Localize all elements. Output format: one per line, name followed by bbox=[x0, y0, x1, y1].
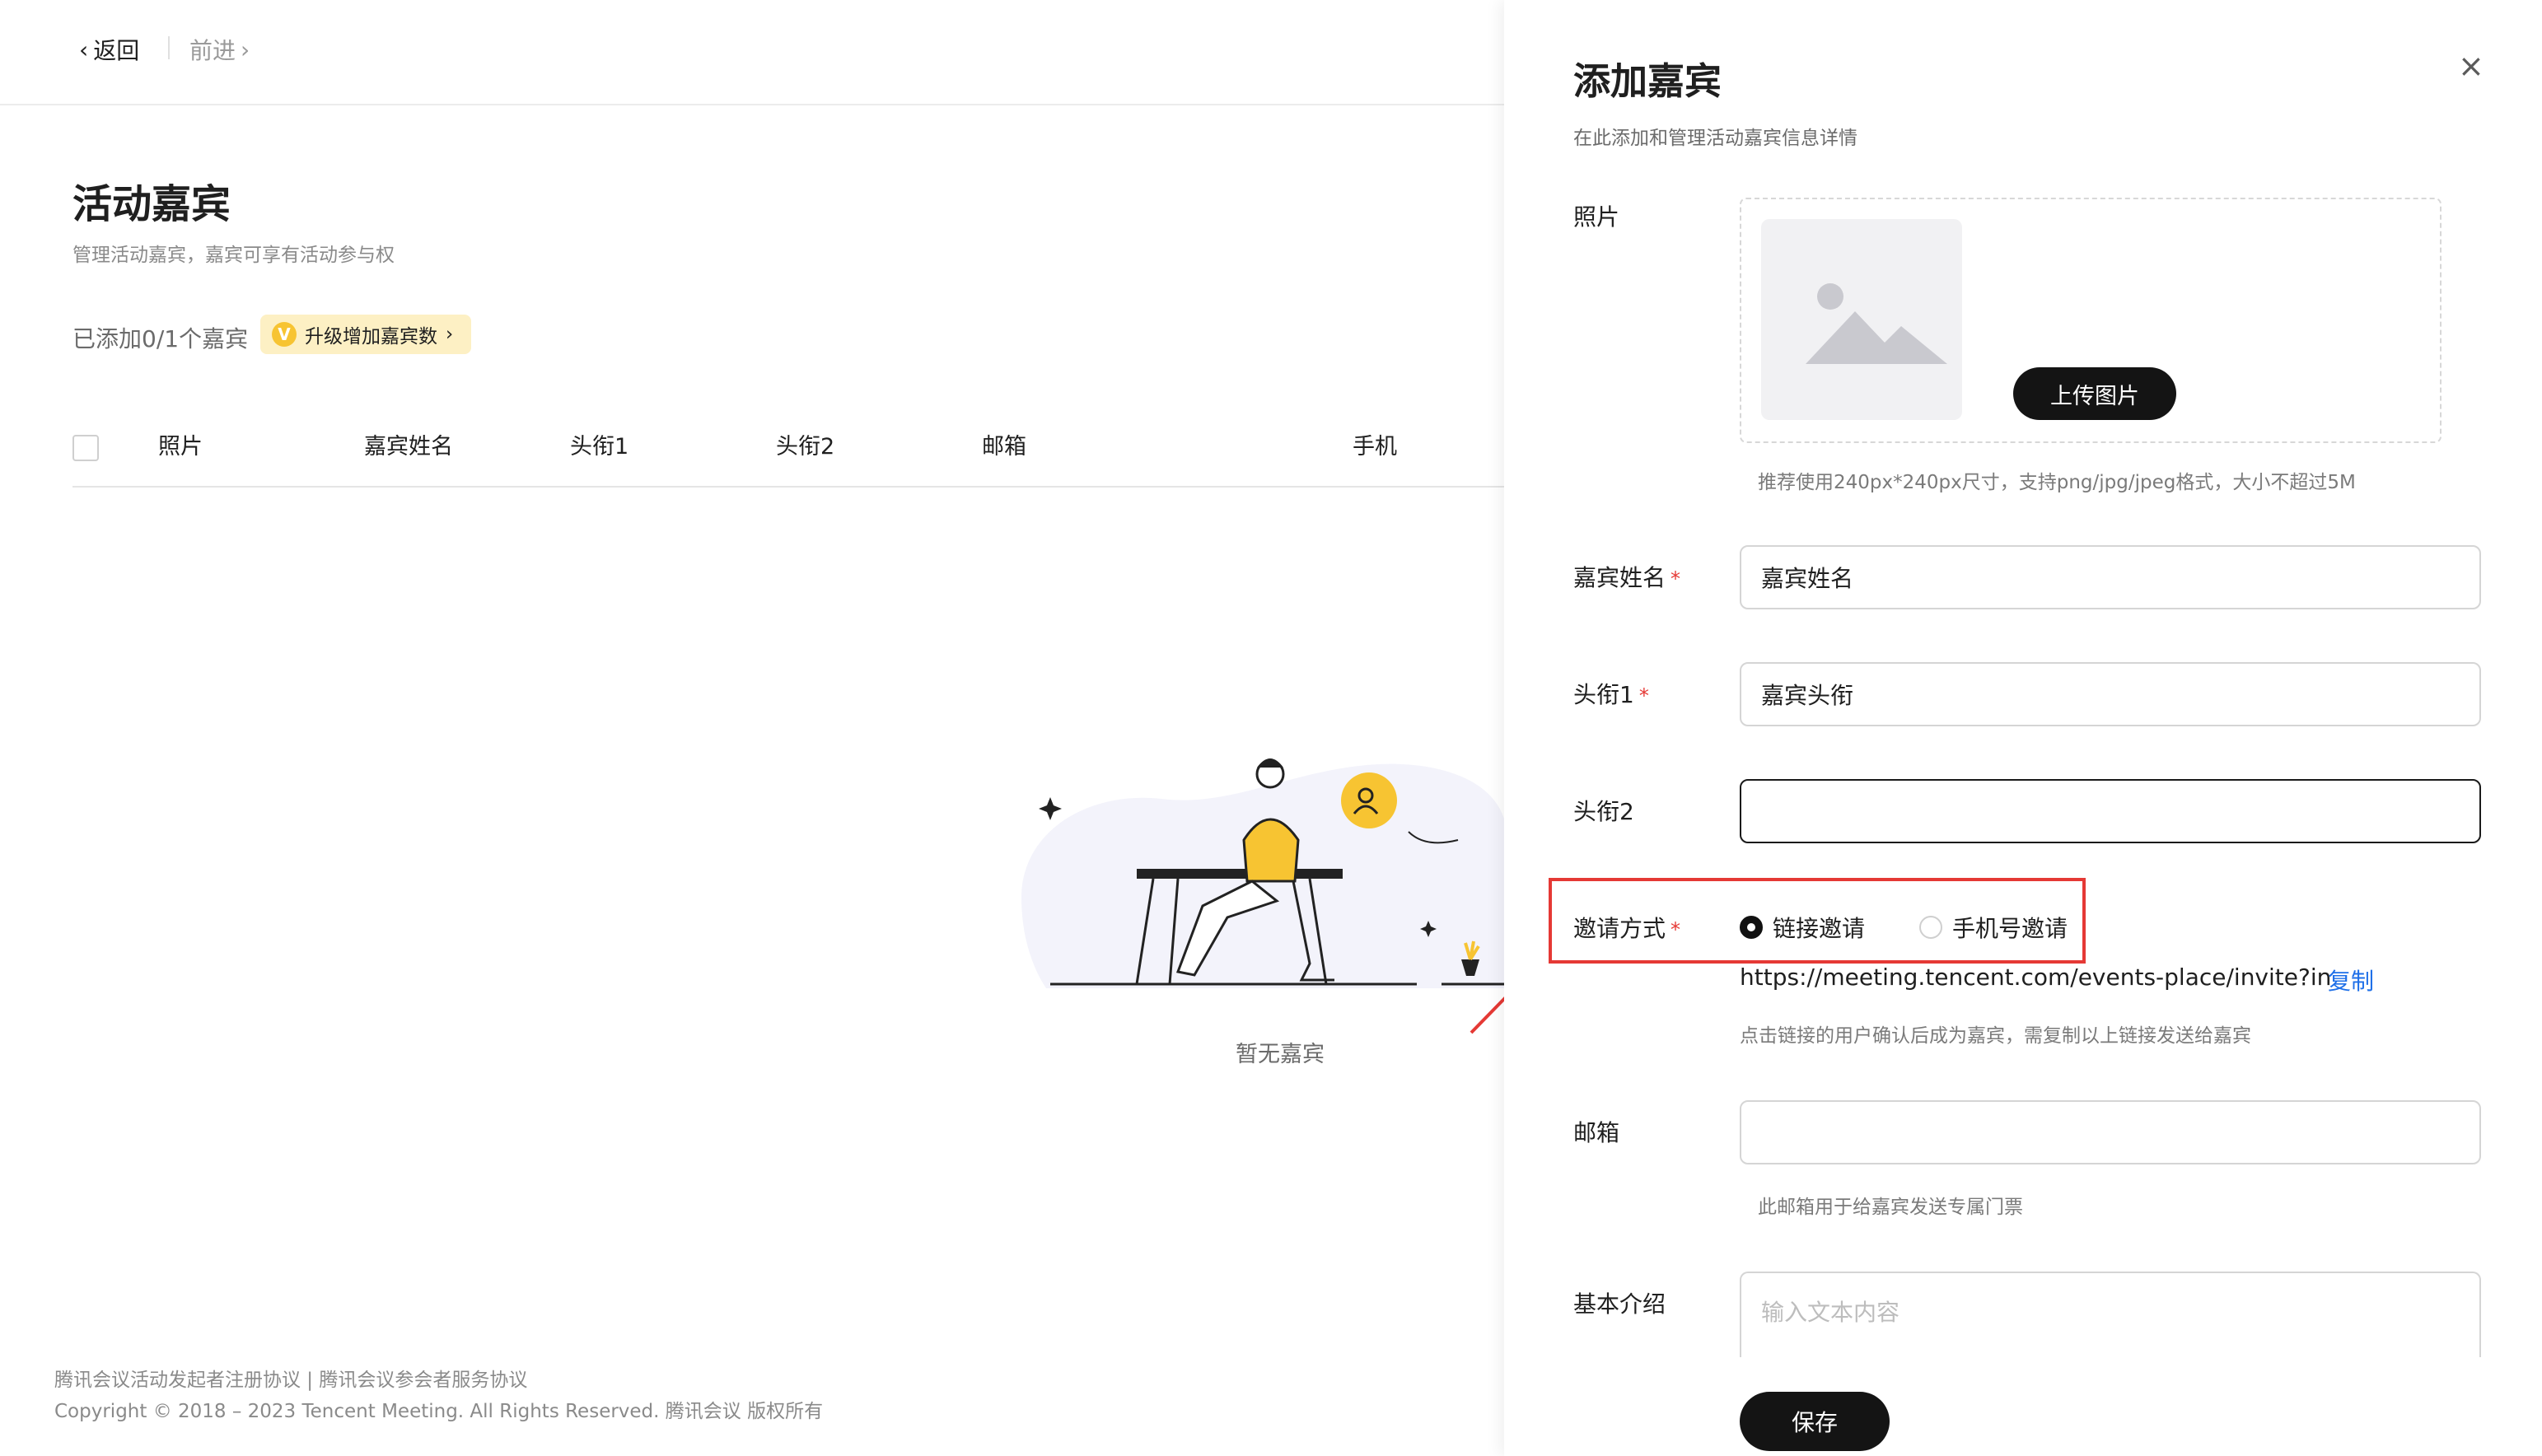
image-placeholder-icon bbox=[1761, 219, 1962, 420]
intro-textarea[interactable]: 输入文本内容 bbox=[1740, 1272, 2481, 1357]
save-button[interactable]: 保存 bbox=[1740, 1392, 1890, 1451]
column-header: 头衔2 bbox=[776, 434, 835, 460]
page-title: 活动嘉宾 bbox=[72, 181, 231, 227]
forward-button[interactable]: 前进 › bbox=[189, 33, 250, 66]
intro-label: 基本介绍 bbox=[1573, 1290, 1666, 1318]
upload-image-button[interactable]: 上传图片 bbox=[2013, 367, 2176, 420]
empty-state-illustration bbox=[1021, 758, 1507, 988]
table-header: 照片 嘉宾姓名 头衔1 头衔2 邮箱 手机 bbox=[72, 420, 1506, 488]
title2-input[interactable] bbox=[1740, 779, 2481, 843]
forward-label: 前进 bbox=[189, 37, 236, 64]
required-mark: * bbox=[1671, 567, 1681, 590]
name-label-text: 嘉宾姓名 bbox=[1573, 564, 1666, 591]
add-guest-drawer: 添加嘉宾 在此添加和管理活动嘉宾信息详情 × 照片 上传图片 推荐使用240px… bbox=[1504, 0, 2542, 1456]
title1-label: 头衔1 * bbox=[1573, 677, 1649, 710]
invite-hint: 点击链接的用户确认后成为嘉宾，需复制以上链接发送给嘉宾 bbox=[1740, 1025, 2251, 1047]
column-header: 头衔1 bbox=[570, 434, 629, 460]
back-label: 返回 bbox=[93, 37, 140, 64]
name-label: 嘉宾姓名 * bbox=[1573, 560, 1680, 593]
photo-upload-area[interactable]: 上传图片 bbox=[1740, 198, 2442, 443]
title1-label-text: 头衔1 bbox=[1573, 681, 1634, 708]
email-label: 邮箱 bbox=[1573, 1119, 1620, 1146]
select-all-checkbox[interactable] bbox=[72, 435, 99, 461]
guest-name-input[interactable]: 嘉宾姓名 bbox=[1740, 545, 2481, 609]
chevron-right-icon: › bbox=[446, 324, 454, 345]
annotation-highlight-box bbox=[1549, 878, 2086, 964]
page-subtitle: 管理活动嘉宾，嘉宾可享有活动参与权 bbox=[72, 245, 395, 266]
upgrade-label: 升级增加嘉宾数 bbox=[305, 326, 437, 348]
agreement-links[interactable]: 腾讯会议活动发起者注册协议 | 腾讯会议参会者服务协议 bbox=[54, 1364, 527, 1392]
vip-icon: V bbox=[272, 322, 297, 347]
email-hint: 此邮箱用于给嘉宾发送专属门票 bbox=[1758, 1197, 2023, 1218]
upgrade-button[interactable]: V 升级增加嘉宾数 › bbox=[260, 315, 472, 354]
required-mark: * bbox=[1638, 684, 1649, 707]
column-header: 照片 bbox=[158, 434, 203, 460]
copyright-text: Copyright © 2018 – 2023 Tencent Meeting.… bbox=[54, 1401, 824, 1422]
chevron-right-icon: › bbox=[241, 35, 250, 63]
title2-label: 头衔2 bbox=[1573, 798, 1634, 825]
invite-link: https://meeting.tencent.com/events-place… bbox=[1740, 964, 2332, 991]
close-icon[interactable]: × bbox=[2458, 48, 2484, 84]
photo-label: 照片 bbox=[1573, 203, 1620, 231]
drawer-title: 添加嘉宾 bbox=[1573, 59, 1722, 103]
column-header: 手机 bbox=[1353, 434, 1397, 460]
back-button[interactable]: ‹ 返回 bbox=[79, 33, 139, 66]
nav-divider bbox=[168, 36, 170, 59]
email-input[interactable] bbox=[1740, 1100, 2481, 1164]
chevron-left-icon: ‹ bbox=[79, 35, 89, 63]
column-header: 嘉宾姓名 bbox=[364, 434, 453, 460]
title1-input[interactable]: 嘉宾头衔 bbox=[1740, 662, 2481, 726]
photo-hint: 推荐使用240px*240px尺寸，支持png/jpg/jpeg格式，大小不超过… bbox=[1758, 472, 2356, 493]
copy-link-button[interactable]: 复制 bbox=[2328, 964, 2374, 996]
guest-count: 已添加0/1个嘉宾 bbox=[72, 325, 249, 352]
empty-state-text: 暂无嘉宾 bbox=[1236, 1042, 1325, 1067]
column-header: 邮箱 bbox=[982, 434, 1026, 460]
drawer-subtitle: 在此添加和管理活动嘉宾信息详情 bbox=[1573, 128, 1857, 149]
